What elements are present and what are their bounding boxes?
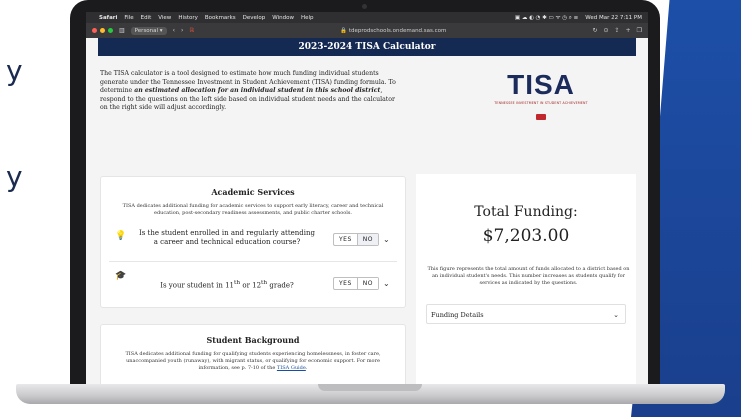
zoom-window-button[interactable] xyxy=(108,28,113,33)
page-title: 2023-2024 TISA Calculator xyxy=(98,38,636,56)
menu-history[interactable]: History xyxy=(178,15,198,21)
status-icons: ▣ ☁ ◐ ◔ ✱ ▭ ᯤ ◷ ⌕ ≡ xyxy=(514,15,579,21)
side-letter: y xyxy=(6,54,23,87)
funding-details-label: Funding Details xyxy=(431,311,484,319)
address-bar[interactable]: 🔒 tdeprodschools.ondemand.sas.com xyxy=(200,28,586,34)
funding-panel: Total Funding: $7,203.00 This figure rep… xyxy=(416,174,636,384)
menu-bookmarks[interactable]: Bookmarks xyxy=(205,15,236,21)
web-page: 2023-2024 TISA Calculator The TISA calcu… xyxy=(86,38,648,384)
background-heading: Student Background xyxy=(206,335,300,345)
sidebar-icon[interactable]: ▥ xyxy=(119,27,125,34)
menu-safari[interactable]: Safari xyxy=(99,15,117,21)
chevron-down-icon: ⌄ xyxy=(613,311,619,319)
academic-services-card: Academic Services TISA dedicates additio… xyxy=(100,176,406,308)
reload-icon[interactable]: ↻ xyxy=(592,27,597,34)
grade-yes-button[interactable]: YES xyxy=(334,278,358,289)
downloads-icon[interactable]: ⊙ xyxy=(604,27,609,34)
intro-text: The TISA calculator is a tool designed t… xyxy=(100,70,396,112)
tisa-logo: TISA TENNESSEE INVESTMENT IN STUDENT ACH… xyxy=(486,70,596,126)
url-text: tdeprodschools.ondemand.sas.com xyxy=(348,27,447,34)
new-tab-icon[interactable]: + xyxy=(626,27,631,34)
academic-heading: Academic Services xyxy=(211,187,295,197)
tennessee-badge-icon xyxy=(536,114,546,120)
logo-tagline: TENNESSEE INVESTMENT IN STUDENT ACHIEVEM… xyxy=(494,101,588,105)
menu-edit[interactable]: Edit xyxy=(141,15,152,21)
cte-yes-no-toggle: YES NO xyxy=(333,233,379,246)
share-icon[interactable]: ⇪ xyxy=(615,27,620,34)
question-grade: Is your student in 11th or 12th grade? xyxy=(160,280,294,290)
back-icon[interactable]: ‹ xyxy=(173,27,175,34)
menu-window[interactable]: Window xyxy=(272,15,294,21)
side-letter: y xyxy=(6,160,23,193)
cte-yes-button[interactable]: YES xyxy=(334,234,358,245)
menu-file[interactable]: File xyxy=(124,15,133,21)
close-window-button[interactable] xyxy=(92,28,97,33)
graduation-icon: 🎓 xyxy=(115,271,127,281)
question-cte: Is the student enrolled in and regularly… xyxy=(138,229,316,246)
menu-develop[interactable]: Develop xyxy=(243,15,266,21)
menu-view[interactable]: View xyxy=(158,15,171,21)
divider xyxy=(109,261,397,262)
logo-word: TISA xyxy=(507,69,575,100)
grade-yes-no-toggle: YES NO xyxy=(333,277,379,290)
academic-description: TISA dedicates additional funding for ac… xyxy=(122,203,384,216)
background-description: TISA dedicates additional funding for qu… xyxy=(125,351,381,371)
funding-details-accordion[interactable]: Funding Details ⌄ xyxy=(426,304,626,324)
tab-overview-icon[interactable]: ❐ xyxy=(637,27,642,34)
student-background-card: Student Background TISA dedicates additi… xyxy=(100,324,406,384)
mac-menubar: Safari File Edit View History Bookmarks … xyxy=(86,12,648,23)
camera-dot xyxy=(362,4,367,9)
profile-label: Personal xyxy=(134,27,159,34)
chevron-down-icon[interactable]: ⌄ xyxy=(383,235,390,244)
laptop-screen: Safari File Edit View History Bookmarks … xyxy=(86,12,648,384)
cte-no-button[interactable]: NO xyxy=(357,234,378,245)
laptop-notch xyxy=(318,384,422,391)
profile-selector[interactable]: Personal ▾ xyxy=(130,26,167,35)
total-funding-label: Total Funding: xyxy=(474,204,578,220)
lightbulb-icon: 💡 xyxy=(115,231,127,241)
safari-toolbar: ▥ Personal ▾ ‹ › ℝ 🔒 tdeprodschools.onde… xyxy=(86,23,648,38)
funding-explanation: This figure represents the total amount … xyxy=(427,266,630,286)
minimize-window-button[interactable] xyxy=(100,28,105,33)
extension-icon[interactable]: ℝ xyxy=(189,27,194,34)
menu-help[interactable]: Help xyxy=(301,15,314,21)
tisa-guide-link[interactable]: TISA Guide xyxy=(277,365,306,371)
forward-icon[interactable]: › xyxy=(181,27,183,34)
menubar-clock: Wed Mar 22 7:11 PM xyxy=(585,14,642,21)
grade-no-button[interactable]: NO xyxy=(357,278,378,289)
total-funding-value: $7,203.00 xyxy=(482,226,570,246)
chevron-down-icon[interactable]: ⌄ xyxy=(383,279,390,288)
